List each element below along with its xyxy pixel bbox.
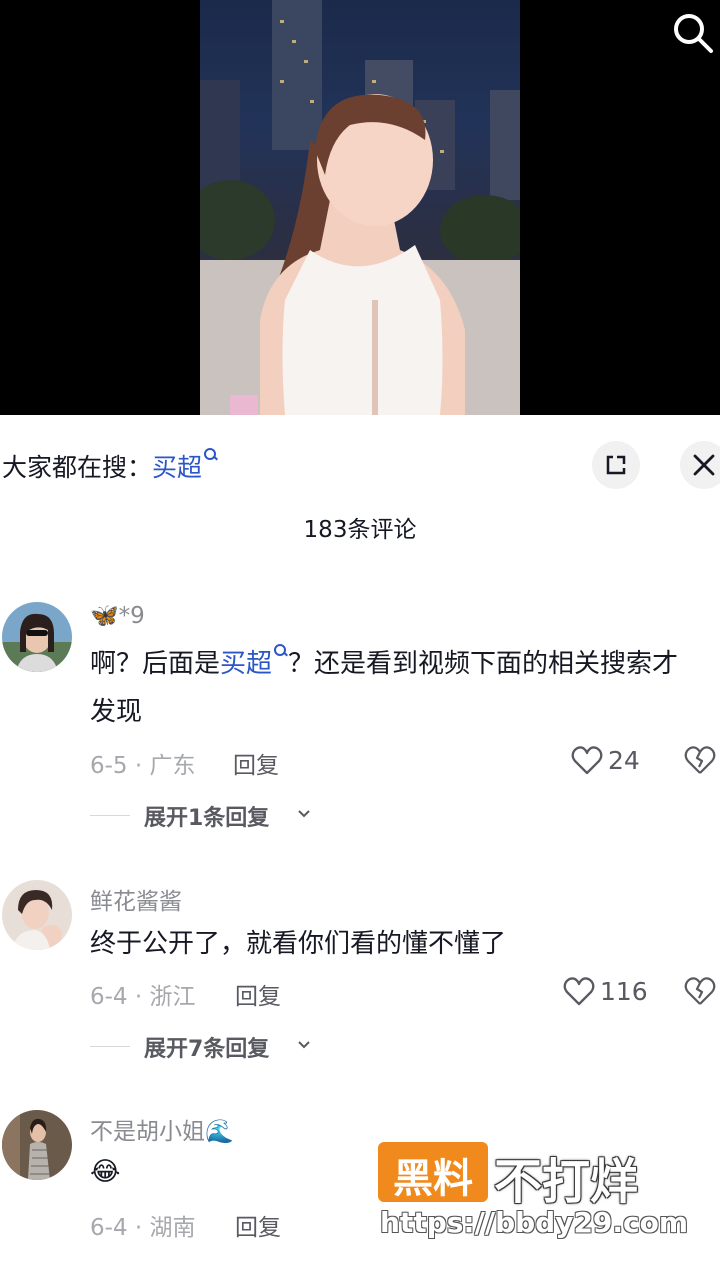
chevron-down-icon	[298, 1041, 310, 1049]
dislike-button[interactable]	[684, 976, 716, 1008]
comment-item: 🦋*9 啊？后面是买超 ？还是看到视频下面的相关搜索才发现 6-5 · 广东 回复…	[0, 600, 720, 840]
like-button[interactable]: 116	[562, 975, 672, 1011]
search-suggestion-row: 大家都在搜：买超	[0, 438, 720, 490]
search-icon	[674, 14, 713, 53]
divider	[90, 1046, 130, 1047]
broken-heart-icon	[684, 746, 716, 774]
watermark-title: 不打烊	[494, 1154, 639, 1210]
reply-button[interactable]: 回复	[233, 746, 279, 780]
comment-username[interactable]: 鲜花酱酱	[90, 882, 182, 916]
divider	[90, 815, 130, 816]
comment-search-link[interactable]: 买超	[220, 649, 272, 679]
video-player[interactable]	[0, 0, 720, 415]
search-button[interactable]	[668, 8, 718, 58]
comment-text: 啊？后面是买超 ？还是看到视频下面的相关搜索才发现	[90, 640, 700, 736]
watermark-badge: 黑料	[378, 1142, 488, 1202]
chevron-down-icon	[298, 810, 310, 818]
search-suggestion[interactable]: 大家都在搜：买超	[2, 448, 218, 484]
like-count: 24	[608, 746, 640, 775]
watermark: 黑料 不打烊 https://bbdy29.com	[378, 1140, 688, 1245]
close-icon	[693, 454, 715, 476]
watermark-url: https://bbdy29.com	[380, 1206, 689, 1239]
expand-replies-label: 展开1条回复	[144, 806, 270, 831]
expand-replies-button[interactable]: 展开7条回复	[90, 1031, 330, 1062]
comment-date-location: 6-4 · 湖南	[90, 1215, 196, 1241]
comment-text: 终于公开了，就看你们看的懂不懂了	[90, 929, 507, 959]
like-count: 116	[600, 977, 648, 1006]
comment-username[interactable]: 不是胡小姐🌊	[90, 1112, 234, 1146]
dislike-button[interactable]	[684, 745, 716, 777]
expand-replies-label: 展开7条回复	[144, 1037, 270, 1062]
reply-button[interactable]: 回复	[235, 977, 281, 1011]
search-suggestion-prefix: 大家都在搜：	[2, 453, 153, 482]
search-icon	[204, 448, 218, 462]
expand-icon	[606, 455, 626, 475]
heart-icon	[563, 977, 595, 1006]
comments-count: 183条评论	[303, 517, 417, 543]
like-button[interactable]: 24	[570, 744, 670, 780]
avatar[interactable]	[2, 602, 72, 672]
comment-date-location: 6-4 · 浙江	[90, 984, 196, 1010]
video-still-image	[200, 0, 520, 415]
expand-button[interactable]	[592, 441, 640, 489]
heart-icon	[571, 746, 603, 775]
search-suggestion-term[interactable]: 买超	[152, 453, 202, 482]
expand-replies-button[interactable]: 展开1条回复	[90, 800, 330, 831]
broken-heart-icon	[684, 977, 716, 1005]
reply-button[interactable]: 回复	[235, 1208, 281, 1242]
close-button[interactable]	[680, 441, 720, 489]
avatar[interactable]	[2, 880, 72, 950]
comment-item: 鲜花酱酱 终于公开了，就看你们看的懂不懂了 6-4 · 浙江 回复 116 展开…	[0, 880, 720, 1070]
comment-username[interactable]: 🦋*9	[90, 602, 145, 629]
comment-date-location: 6-5 · 广东	[90, 753, 196, 779]
video-frame[interactable]	[200, 0, 520, 415]
search-icon	[274, 644, 288, 658]
avatar[interactable]	[2, 1110, 72, 1180]
